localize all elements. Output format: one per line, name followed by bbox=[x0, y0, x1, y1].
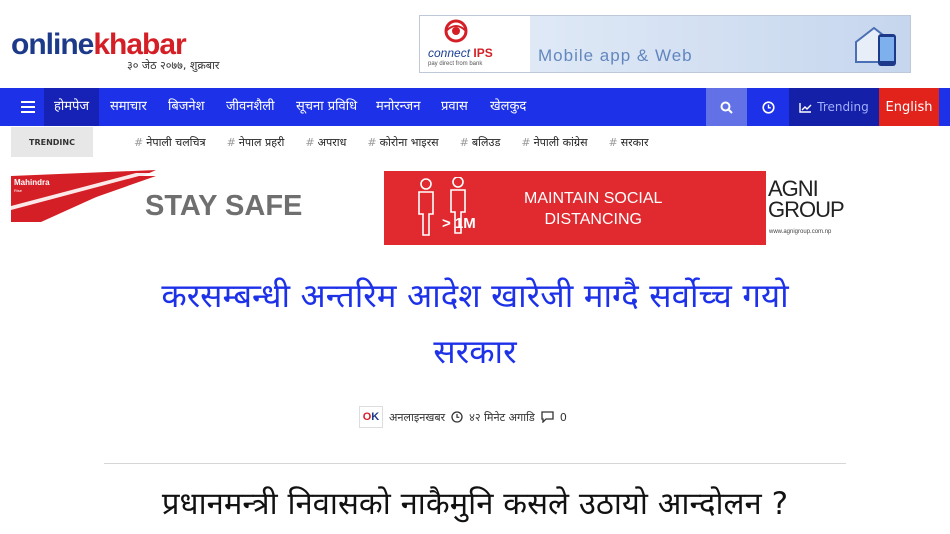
trending-tag[interactable]: # बलिउड bbox=[460, 135, 501, 150]
nav-item-business[interactable]: बिजनेश bbox=[168, 88, 205, 126]
nav-item-news[interactable]: समाचार bbox=[110, 88, 147, 126]
trending-tags: # नेपाली चलचित्र # नेपाल प्रहरी # अपराध # को… bbox=[134, 127, 648, 157]
trending-label: Trending bbox=[817, 100, 869, 114]
mahindra-text: Mahindra bbox=[14, 178, 50, 187]
site-logo[interactable]: onlinekhabar bbox=[11, 28, 187, 61]
trending-tag[interactable]: # नेपाल प्रहरी bbox=[227, 135, 285, 150]
nav-item-diaspora[interactable]: प्रवास bbox=[441, 88, 468, 126]
english-button[interactable]: English bbox=[879, 88, 939, 126]
trending-tag[interactable]: # नेपाली चलचित्र bbox=[134, 135, 206, 150]
tag-label: कोरोना भाइरस bbox=[379, 135, 439, 149]
phone-icon bbox=[855, 26, 896, 66]
tag-label: बलिउड bbox=[471, 135, 501, 149]
trending-label-box: TRENDINC bbox=[11, 127, 93, 157]
tag-label: अपराध bbox=[317, 135, 347, 149]
search-icon bbox=[720, 101, 733, 114]
divider bbox=[104, 463, 846, 464]
main-nav: होमपेज समाचार बिजनेश जीवनशैली सूचना प्रव… bbox=[0, 88, 950, 126]
comment-icon[interactable] bbox=[541, 411, 554, 423]
tag-label: नेपाली चलचित्र bbox=[146, 135, 206, 149]
nav-item-entertainment[interactable]: मनोरन्जन bbox=[376, 88, 420, 126]
social-distancing-banner[interactable]: MAINTAIN SOCIAL DISTANCING > 1M bbox=[384, 171, 766, 245]
headline-line2: सरकार bbox=[433, 332, 517, 371]
trending-tag[interactable]: # कोरोना भाइरस bbox=[367, 135, 438, 150]
mahindra-sub-text: Rise bbox=[14, 188, 23, 193]
article-meta: OK अनलाइनखबर ४२ मिनेट अगाडि 0 bbox=[359, 406, 567, 428]
distance-label: > 1M bbox=[442, 215, 476, 232]
message-line2: DISTANCING bbox=[544, 211, 642, 228]
agni-line2: GROUP bbox=[768, 197, 845, 222]
site-header: onlinekhabar ३० जेठ २०७७, शुक्रबार conne… bbox=[0, 0, 950, 88]
ad-brand: connect IPS bbox=[428, 46, 493, 60]
headline-line1: करसम्बन्धी अन्तरिम आदेश खारेजी माग्दै सर… bbox=[161, 276, 789, 315]
ad-brand-connect: connect bbox=[428, 46, 471, 60]
avatar-letter-k: K bbox=[371, 411, 380, 423]
nav-item-technology[interactable]: सूचना प्रविधि bbox=[296, 88, 357, 126]
ad-tagline: pay direct from bank bbox=[428, 61, 483, 67]
trending-tag[interactable]: # नेपाली कांग्रेस bbox=[521, 135, 587, 150]
clock-icon bbox=[761, 100, 775, 114]
agni-url: www.agnigroup.com.np bbox=[769, 229, 832, 235]
nav-item-lifestyle[interactable]: जीवनशैली bbox=[226, 88, 274, 126]
header-date: ३० जेठ २०७७, शुक्रबार bbox=[127, 59, 220, 72]
ad-headline: Mobile app & Web bbox=[538, 46, 693, 65]
search-button[interactable] bbox=[706, 88, 747, 126]
tag-label: सरकार bbox=[620, 135, 649, 149]
tag-label: नेपाल प्रहरी bbox=[238, 135, 285, 149]
agni-line1: AGNI bbox=[768, 176, 819, 201]
social-distancing-text: MAINTAIN SOCIAL DISTANCING bbox=[524, 188, 662, 230]
comment-count[interactable]: 0 bbox=[560, 411, 567, 424]
clock-icon bbox=[451, 411, 463, 423]
author-avatar: OK bbox=[359, 406, 383, 428]
latest-button[interactable] bbox=[751, 88, 785, 126]
agni-group-logo[interactable]: AGNI GROUP bbox=[768, 176, 845, 222]
message-line1: MAINTAIN SOCIAL bbox=[524, 190, 663, 207]
mahindra-logo-icon[interactable]: Mahindra Rise bbox=[11, 170, 156, 222]
author-name[interactable]: अनलाइनखबर bbox=[389, 410, 445, 425]
tag-label: नेपाली कांग्रेस bbox=[533, 135, 588, 149]
top-advertisement[interactable]: connect IPS pay direct from bank Mobile … bbox=[419, 15, 911, 73]
next-article-headline[interactable]: प्रधानमन्त्री निवासको नाकैमुनि कसले उठाय… bbox=[0, 482, 950, 526]
logo-part-khabar: khabar bbox=[93, 28, 186, 61]
time-ago: ४२ मिनेट अगाडि bbox=[469, 410, 535, 424]
nav-item-home[interactable]: होमपेज bbox=[44, 88, 100, 126]
trending-tag[interactable]: # सरकार bbox=[609, 135, 649, 150]
nav-item-sports[interactable]: खेलकुद bbox=[490, 88, 526, 126]
trending-tag[interactable]: # अपराध bbox=[305, 135, 346, 150]
ad-brand-ips: IPS bbox=[473, 46, 493, 60]
connect-ips-logo-icon bbox=[444, 19, 468, 43]
menu-icon[interactable] bbox=[13, 88, 43, 126]
stay-safe-text: STAY SAFE bbox=[145, 190, 303, 222]
trending-button[interactable]: Trending bbox=[789, 88, 879, 126]
logo-part-online: online bbox=[11, 28, 94, 61]
trending-chart-icon bbox=[799, 102, 812, 113]
article-headline[interactable]: करसम्बन्धी अन्तरिम आदेश खारेजी माग्दै सर… bbox=[40, 268, 910, 380]
avatar-letter-o: O bbox=[362, 411, 372, 423]
